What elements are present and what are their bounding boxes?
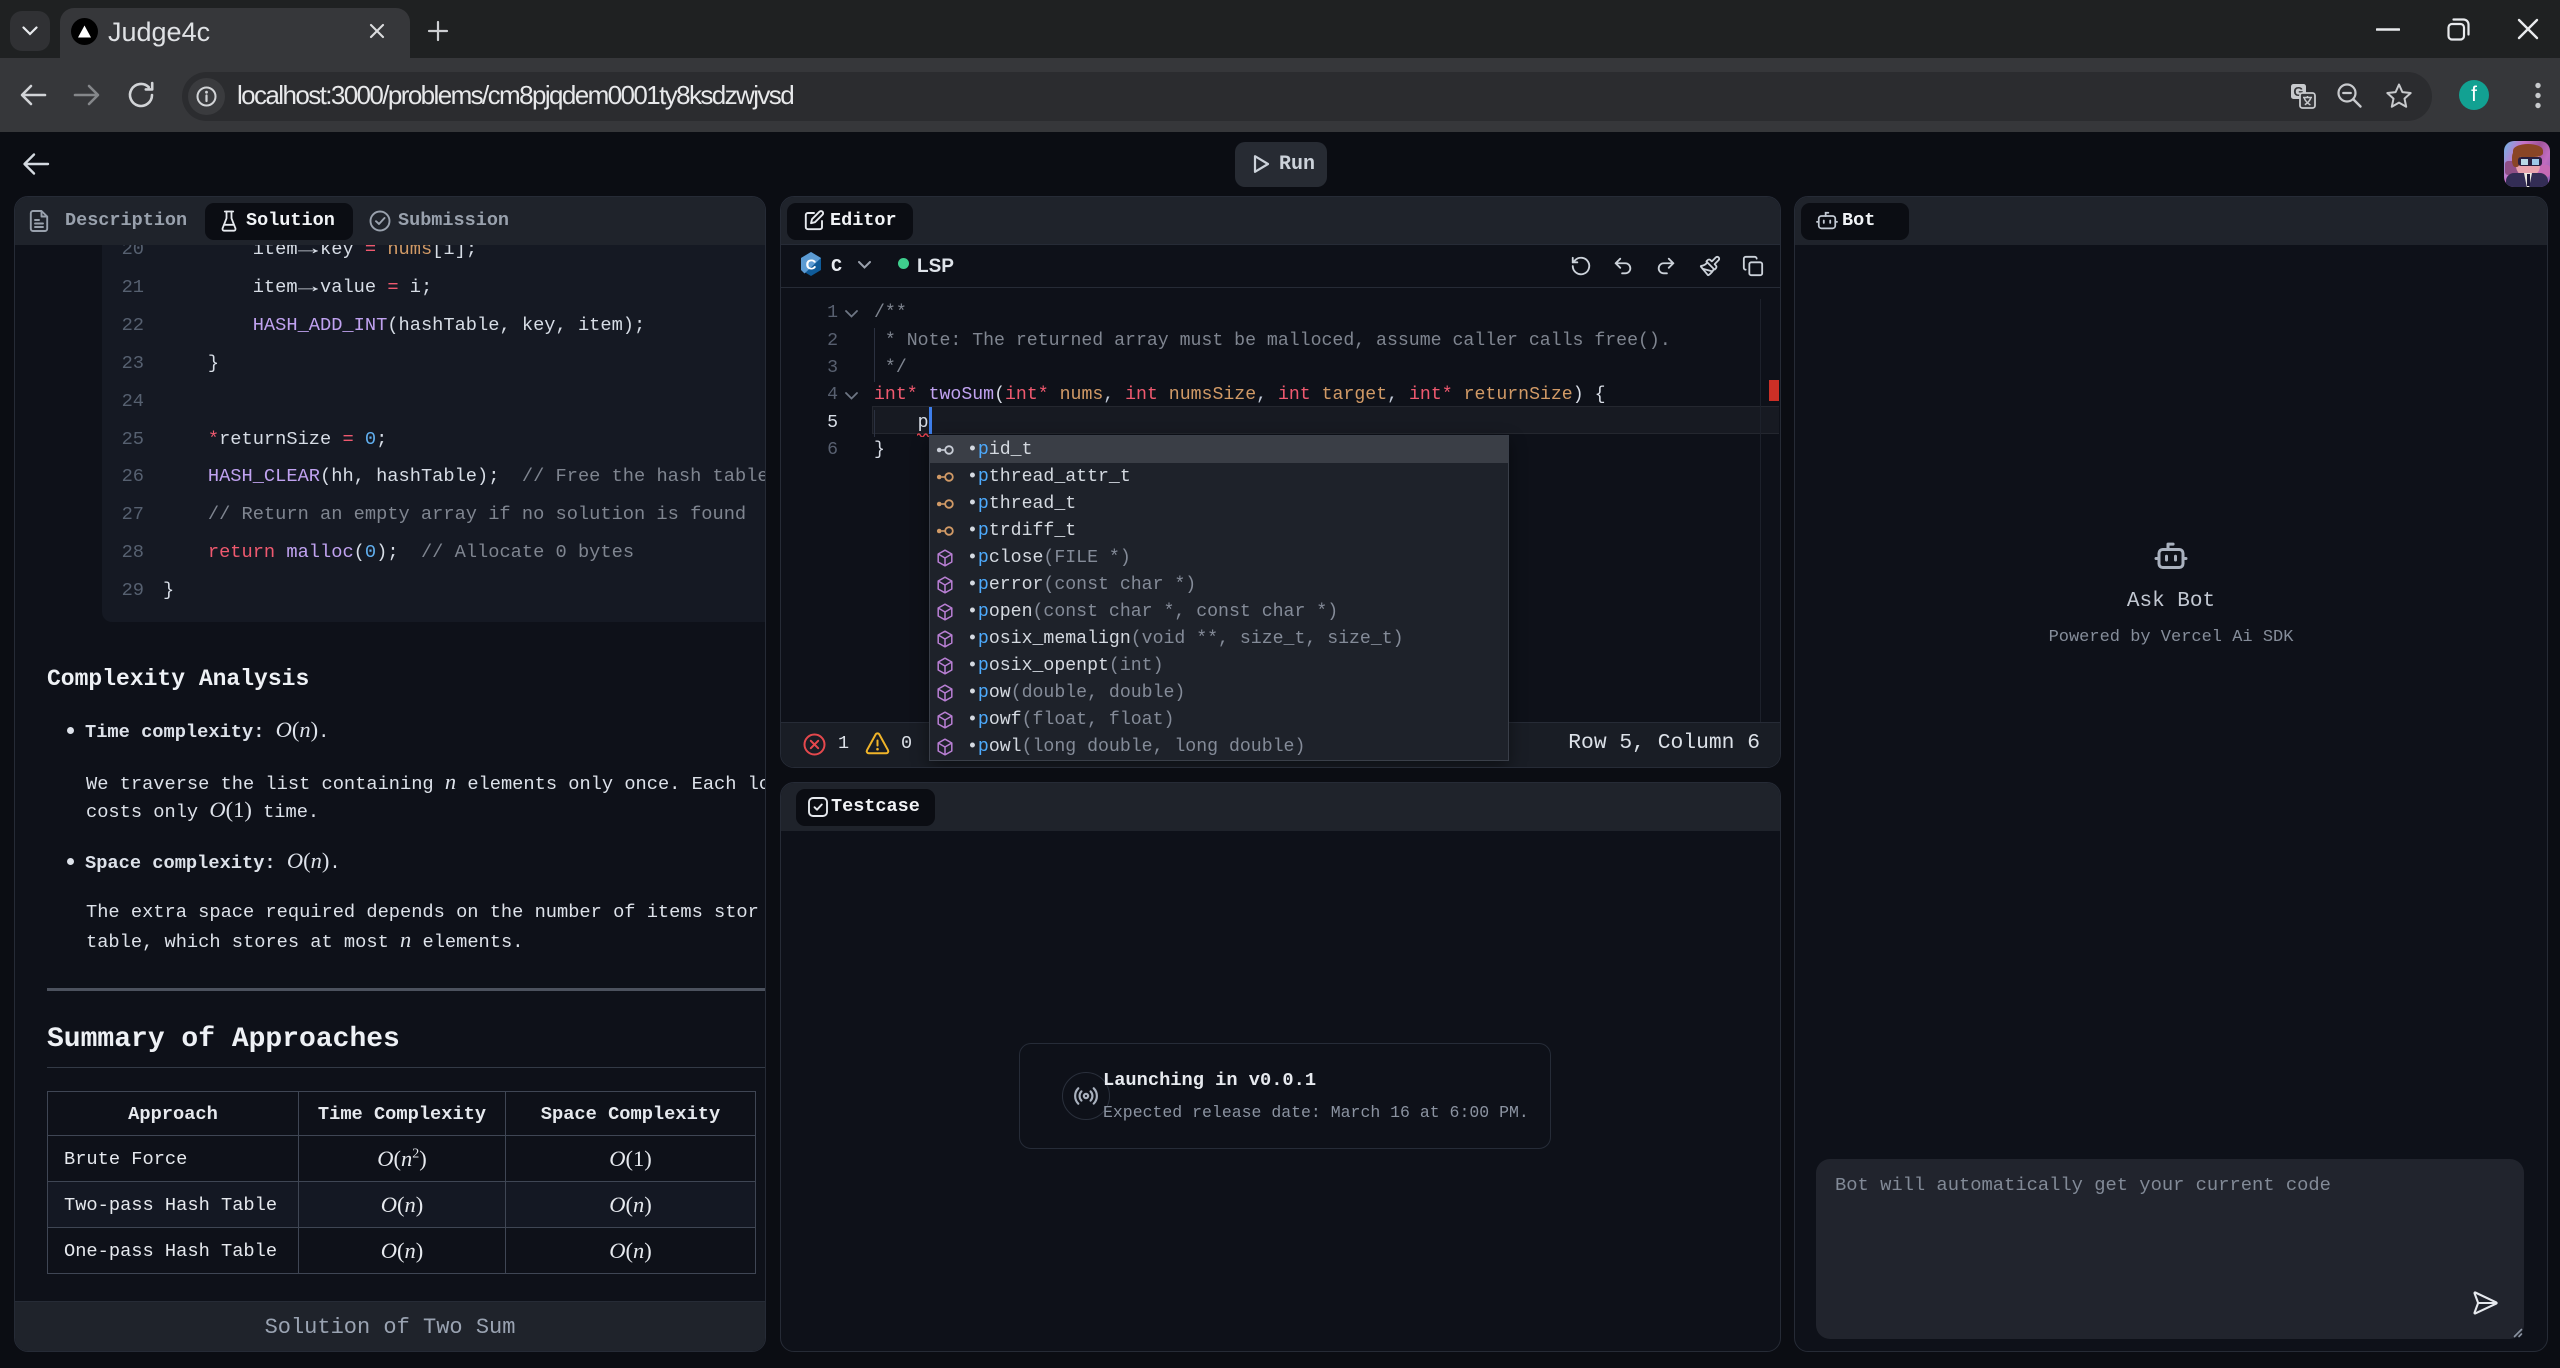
svg-text:C: C — [806, 257, 817, 274]
